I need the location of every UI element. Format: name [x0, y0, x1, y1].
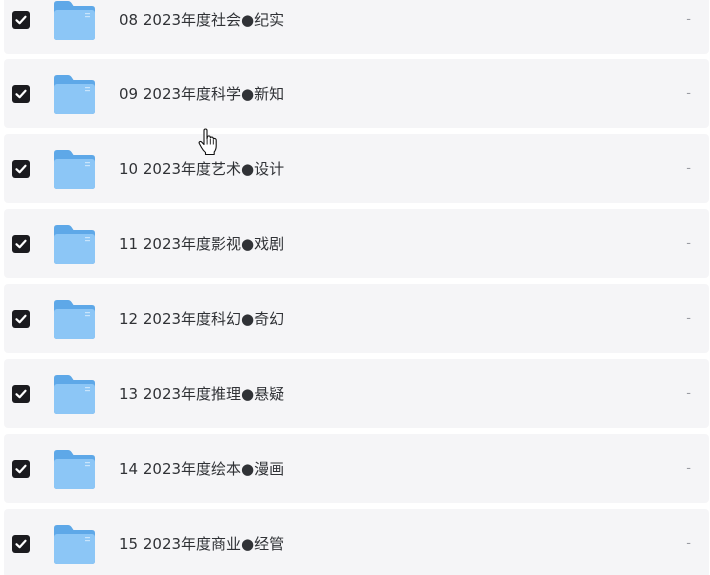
file-row[interactable]: 12 2023年度科幻●奇幻 - [4, 284, 709, 353]
file-size: - [686, 160, 691, 176]
file-name[interactable]: 11 2023年度影视●戏剧 [119, 234, 284, 254]
row-checkbox[interactable] [12, 534, 30, 553]
row-checkbox[interactable] [12, 234, 30, 253]
file-row[interactable]: 11 2023年度影视●戏剧 - [4, 209, 709, 278]
file-size: - [686, 310, 691, 326]
file-name[interactable]: 15 2023年度商业●经管 [119, 534, 284, 554]
file-name[interactable]: 12 2023年度科幻●奇幻 [119, 309, 284, 329]
check-icon [15, 164, 27, 173]
row-checkbox[interactable] [12, 384, 30, 403]
row-checkbox[interactable] [12, 10, 30, 29]
check-icon [15, 314, 27, 323]
folder-icon [51, 298, 97, 340]
file-name[interactable]: 08 2023年度社会●纪实 [119, 10, 284, 30]
file-size: - [686, 85, 691, 101]
file-size: - [686, 460, 691, 476]
file-name[interactable]: 09 2023年度科学●新知 [119, 84, 284, 104]
row-checkbox[interactable] [12, 309, 30, 328]
file-size: - [686, 11, 691, 27]
file-name[interactable]: 14 2023年度绘本●漫画 [119, 459, 284, 479]
check-icon [15, 539, 27, 548]
file-size: - [686, 385, 691, 401]
folder-icon [51, 0, 97, 41]
folder-icon [51, 523, 97, 565]
folder-icon [51, 73, 97, 115]
file-row[interactable]: 14 2023年度绘本●漫画 - [4, 434, 709, 503]
check-icon [15, 89, 27, 98]
file-row[interactable]: 10 2023年度艺术●设计 - [4, 134, 709, 203]
check-icon [15, 15, 27, 24]
file-row[interactable]: 13 2023年度推理●悬疑 - [4, 359, 709, 428]
row-checkbox[interactable] [12, 159, 30, 178]
file-name[interactable]: 13 2023年度推理●悬疑 [119, 384, 284, 404]
file-list: 08 2023年度社会●纪实 - 09 2023年度科学●新知 - 10 202… [0, 0, 710, 575]
check-icon [15, 389, 27, 398]
folder-icon [51, 448, 97, 490]
check-icon [15, 464, 27, 473]
file-row[interactable]: 08 2023年度社会●纪实 - [4, 0, 709, 54]
file-name[interactable]: 10 2023年度艺术●设计 [119, 159, 284, 179]
file-size: - [686, 235, 691, 251]
folder-icon [51, 373, 97, 415]
row-checkbox[interactable] [12, 84, 30, 103]
folder-icon [51, 223, 97, 265]
file-row[interactable]: 15 2023年度商业●经管 - [4, 509, 709, 575]
file-row[interactable]: 09 2023年度科学●新知 - [4, 59, 709, 128]
folder-icon [51, 148, 97, 190]
file-size: - [686, 535, 691, 551]
row-checkbox[interactable] [12, 459, 30, 478]
check-icon [15, 239, 27, 248]
